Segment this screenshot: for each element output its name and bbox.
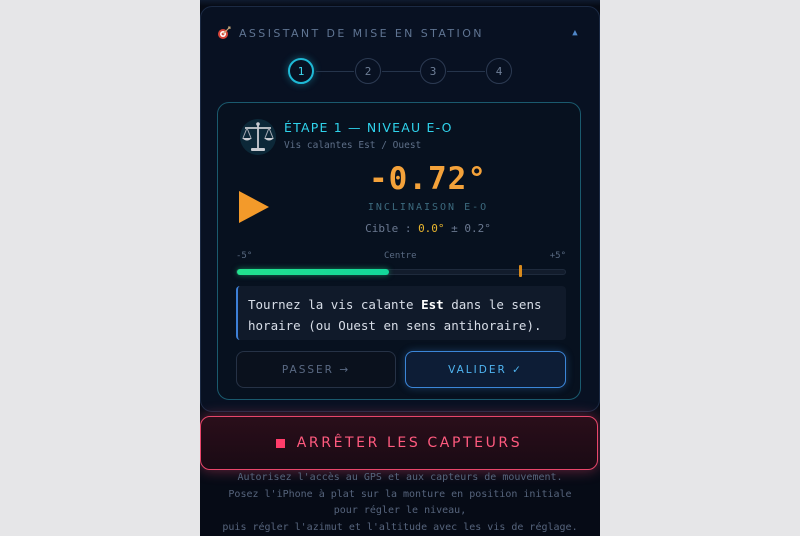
range-max: +5° <box>549 251 566 261</box>
scale-icon <box>240 119 276 155</box>
inclination-value: -0.72° <box>369 161 487 197</box>
range-min: -5° <box>236 251 253 261</box>
help-line-2: Posez l'iPhone à plat sur la monture en … <box>228 488 572 500</box>
stop-icon <box>275 438 285 448</box>
help-line-1: Autorisez l'accès au GPS et aux capteurs… <box>237 472 563 483</box>
level-bar-fill <box>237 269 389 275</box>
step-3[interactable]: 3 <box>420 58 446 84</box>
step-card: ÉTAPE 1 — NIVEAU E-O Vis calantes Est / … <box>217 102 581 400</box>
step-1[interactable]: 1 <box>288 58 314 84</box>
level-bar <box>236 265 566 277</box>
target-line: Cible : 0.0° ± 0.2° <box>318 222 538 235</box>
help-line-3: pour régler le niveau, <box>333 505 467 516</box>
instruction-highlight: Est <box>421 297 444 312</box>
alignment-assistant-panel: ASSISTANT DE MISE EN STATION ▲ 1 2 3 4 É… <box>200 6 600 412</box>
instruction-box: Tournez la vis calante Est dans le sens … <box>236 286 566 340</box>
validate-button[interactable]: VALIDER ✓ <box>405 351 566 388</box>
target-prefix: Cible : <box>365 222 419 235</box>
step-indicator: 1 2 3 4 <box>288 58 518 88</box>
stop-sensors-button[interactable]: ARRÊTER LES CAPTEURS <box>200 416 598 470</box>
panel-header: ASSISTANT DE MISE EN STATION ▲ <box>217 25 583 41</box>
step-subtitle: Vis calantes Est / Ouest <box>284 140 422 151</box>
step-connector <box>447 71 485 72</box>
target-tolerance: ± 0.2° <box>444 222 491 235</box>
level-marker <box>519 265 522 277</box>
app-screen: ASSISTANT DE MISE EN STATION ▲ 1 2 3 4 É… <box>200 0 600 536</box>
help-text: Autorisez l'accès au GPS et aux capteurs… <box>200 470 600 536</box>
target-value: 0.0° <box>418 222 445 235</box>
step-connector <box>382 71 420 72</box>
skip-button[interactable]: PASSER → <box>236 351 396 388</box>
step-connector <box>316 71 354 72</box>
panel-title: ASSISTANT DE MISE EN STATION <box>239 26 484 40</box>
help-line-4: puis régler l'azimut et l'altitude avec … <box>222 521 578 533</box>
step-2[interactable]: 2 <box>355 58 381 84</box>
target-icon <box>218 26 231 39</box>
stop-sensors-label: ARRÊTER LES CAPTEURS <box>296 435 523 451</box>
step-4[interactable]: 4 <box>486 58 512 84</box>
inclination-label: INCLINAISON E-O <box>367 202 489 213</box>
play-right-icon <box>239 191 269 223</box>
range-labels: -5° Centre +5° <box>236 251 566 263</box>
chevron-up-icon[interactable]: ▲ <box>569 27 581 39</box>
step-title: ÉTAPE 1 — NIVEAU E-O <box>284 120 453 135</box>
range-center: Centre <box>384 251 417 261</box>
instruction-text: Tournez la vis calante <box>248 297 422 312</box>
